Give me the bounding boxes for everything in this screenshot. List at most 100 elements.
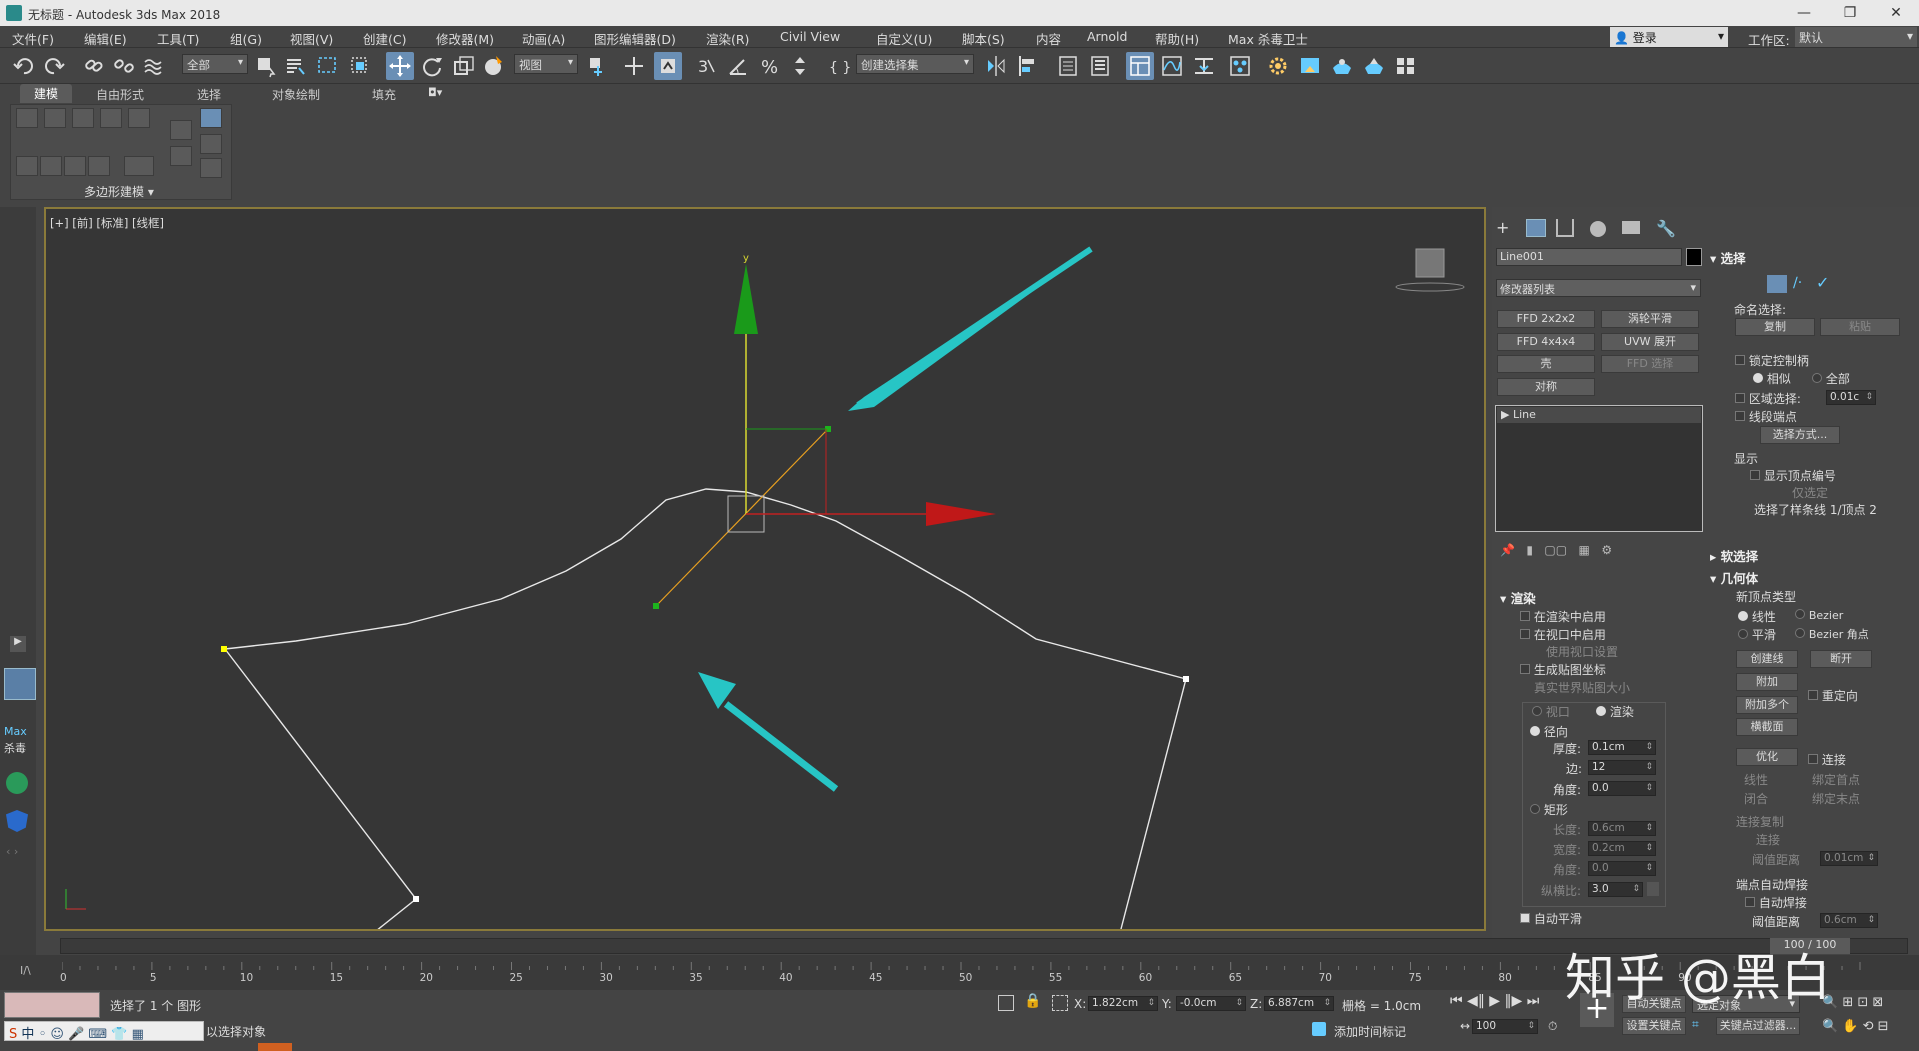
modify-tab-icon[interactable]: [1526, 219, 1546, 237]
generate-mapping-checkbox[interactable]: 生成贴图坐标: [1520, 661, 1606, 678]
refine-button[interactable]: 优化: [1736, 748, 1798, 766]
collapse-stack-button[interactable]: [88, 156, 110, 176]
render-setup-icon[interactable]: [1264, 52, 1292, 80]
close-button[interactable]: ✕: [1873, 0, 1919, 26]
smooth-radio[interactable]: 平滑: [1738, 626, 1776, 643]
unlink-icon[interactable]: [110, 52, 138, 80]
attach-button[interactable]: 附加: [1736, 673, 1798, 691]
object-name-field[interactable]: Line001: [1496, 248, 1682, 266]
segment-end-checkbox[interactable]: 线段端点: [1735, 408, 1797, 425]
snaps-toggle-icon[interactable]: 3: [692, 52, 720, 80]
add-time-tag-button[interactable]: 添加时间标记: [1334, 1023, 1406, 1040]
login-dropdown[interactable]: 👤 登录 ▾: [1610, 27, 1728, 47]
menu-tools[interactable]: 工具(T): [157, 29, 199, 48]
absolute-mode-icon[interactable]: [1052, 995, 1068, 1011]
scan-icon[interactable]: [6, 772, 28, 794]
mod-turbosmooth-button[interactable]: 涡轮平滑: [1601, 310, 1699, 328]
modifier-list-dropdown[interactable]: 修改器列表 ▾: [1496, 279, 1701, 297]
mod-shell-button[interactable]: 壳: [1497, 355, 1595, 373]
ribbon-tab-selection[interactable]: 选择: [197, 86, 221, 103]
scene-explorer-icon[interactable]: [1054, 52, 1082, 80]
expand-layout-icon[interactable]: ▶: [10, 636, 26, 652]
segment-subobject-icon[interactable]: ∕·: [1793, 275, 1802, 291]
auto-weld-checkbox[interactable]: 自动焊接: [1745, 894, 1807, 911]
select-manipulate-icon[interactable]: [620, 52, 648, 80]
select-and-rotate-icon[interactable]: [418, 52, 446, 80]
render-rollout-header[interactable]: ▾ 渲染: [1500, 588, 1536, 607]
ribbon-tab-freeform[interactable]: 自由形式: [96, 86, 144, 103]
redo-button[interactable]: [40, 52, 68, 80]
front-viewport[interactable]: y: [44, 207, 1486, 931]
attach-multiple-button[interactable]: 附加多个: [1736, 696, 1798, 714]
enable-in-render-checkbox[interactable]: 在渲染中启用: [1520, 608, 1606, 625]
toggle-command-mode-button[interactable]: [170, 120, 192, 140]
auto-smooth-checkbox[interactable]: 自动平滑: [1520, 910, 1582, 927]
spinner-snap-icon[interactable]: [786, 52, 814, 80]
menu-help[interactable]: 帮助(H): [1155, 29, 1199, 48]
pin-stack-button[interactable]: [170, 146, 192, 166]
render-in-cloud-icon[interactable]: [1360, 52, 1388, 80]
copy-button[interactable]: 复制: [1735, 318, 1815, 336]
render-radio[interactable]: 渲染: [1596, 703, 1634, 720]
named-selection-dropdown[interactable]: 创建选择集: [856, 54, 974, 74]
menu-animation[interactable]: 动画(A): [522, 29, 565, 48]
ribbon-tab-populate[interactable]: 填充: [372, 86, 396, 103]
sidebar-arrows-icon[interactable]: ‹ ›: [6, 845, 18, 858]
menu-graph-editors[interactable]: 图形编辑器(D): [594, 29, 676, 48]
border-mode-button[interactable]: [72, 108, 94, 128]
ribbon-options-icon[interactable]: ◘▾: [428, 86, 442, 99]
cross-section-button[interactable]: 横截面: [1736, 718, 1798, 736]
angle2-spinner[interactable]: 0.0: [1588, 861, 1656, 876]
select-by-name-icon[interactable]: [282, 52, 310, 80]
y-coordinate-field[interactable]: -0.0cm: [1176, 996, 1246, 1011]
x-coordinate-field[interactable]: 1.822cm: [1088, 996, 1158, 1011]
radial-radio[interactable]: 径向: [1530, 723, 1568, 740]
area-selection-checkbox[interactable]: 区域选择:: [1735, 390, 1801, 407]
sides-spinner[interactable]: 12: [1588, 760, 1656, 775]
mod-symmetry-button[interactable]: 对称: [1497, 378, 1595, 396]
weld-threshold-spinner[interactable]: 0.6cm: [1820, 913, 1878, 928]
menu-views[interactable]: 视图(V): [290, 29, 333, 48]
enable-in-viewport-checkbox[interactable]: 在视口中启用: [1520, 626, 1606, 643]
viewport-layout-icon[interactable]: [4, 668, 36, 700]
all-radio[interactable]: 全部: [1812, 370, 1850, 387]
stack-tools-row[interactable]: 📌 ▮ ▢▢ ▦ ⚙: [1500, 543, 1612, 557]
edge-mode-button[interactable]: [44, 108, 66, 128]
create-tab-icon[interactable]: +: [1496, 219, 1516, 237]
select-and-place-icon[interactable]: [480, 52, 508, 80]
mod-unwrap-uvw-button[interactable]: UVW 展开: [1601, 333, 1699, 351]
viewport-radio[interactable]: 视口: [1532, 703, 1570, 720]
viewport-nav-controls-2[interactable]: 🔍 ✋ ⟲ ⊟: [1822, 1019, 1889, 1034]
rectangular-radio[interactable]: 矩形: [1530, 801, 1568, 818]
bezier-corner-radio[interactable]: Bezier 角点: [1795, 626, 1869, 642]
bind-first-checkbox[interactable]: 绑定首点: [1812, 771, 1860, 788]
length-spinner[interactable]: 0.6cm: [1588, 821, 1656, 836]
menu-group[interactable]: 组(G): [230, 29, 262, 48]
z-coordinate-field[interactable]: 6.887cm: [1264, 996, 1334, 1011]
select-object-icon[interactable]: [252, 52, 280, 80]
mod-ffd222-button[interactable]: FFD 2x2x2: [1497, 310, 1595, 328]
width-spinner[interactable]: 0.2cm: [1588, 841, 1656, 856]
linear-checkbox[interactable]: 线性: [1744, 771, 1768, 788]
utilities-tab-icon[interactable]: 🔧: [1656, 219, 1676, 238]
time-configuration-icon[interactable]: ⏱: [1548, 1019, 1557, 1034]
show-end-result-button[interactable]: [200, 108, 222, 128]
environment-icon[interactable]: [1392, 52, 1420, 80]
linear-radio[interactable]: 线性: [1738, 608, 1776, 625]
rendered-frame-window-icon[interactable]: [1296, 52, 1324, 80]
object-color-swatch[interactable]: [1686, 248, 1702, 266]
bind-last-checkbox[interactable]: 绑定末点: [1812, 790, 1860, 807]
minimize-button[interactable]: —: [1781, 0, 1827, 26]
soft-selection-rollout-header[interactable]: ▸ 软选择: [1710, 546, 1758, 565]
maximize-button[interactable]: ❐: [1827, 0, 1873, 26]
mini-curve-editor-icon[interactable]: I/\: [20, 964, 31, 977]
menu-edit[interactable]: 编辑(E): [84, 29, 127, 48]
rect-selection-region-icon[interactable]: [314, 52, 342, 80]
lock-aspect-icon[interactable]: [1647, 882, 1659, 896]
layer-explorer-icon[interactable]: [1086, 52, 1114, 80]
menu-rendering[interactable]: 渲染(R): [706, 29, 749, 48]
selection-filter-dropdown[interactable]: 全部: [182, 54, 248, 74]
workspace-select[interactable]: 默认 ▾: [1795, 27, 1917, 47]
connect-copy-checkbox[interactable]: 连接: [1756, 831, 1780, 848]
bezier-radio[interactable]: Bezier: [1795, 608, 1843, 622]
